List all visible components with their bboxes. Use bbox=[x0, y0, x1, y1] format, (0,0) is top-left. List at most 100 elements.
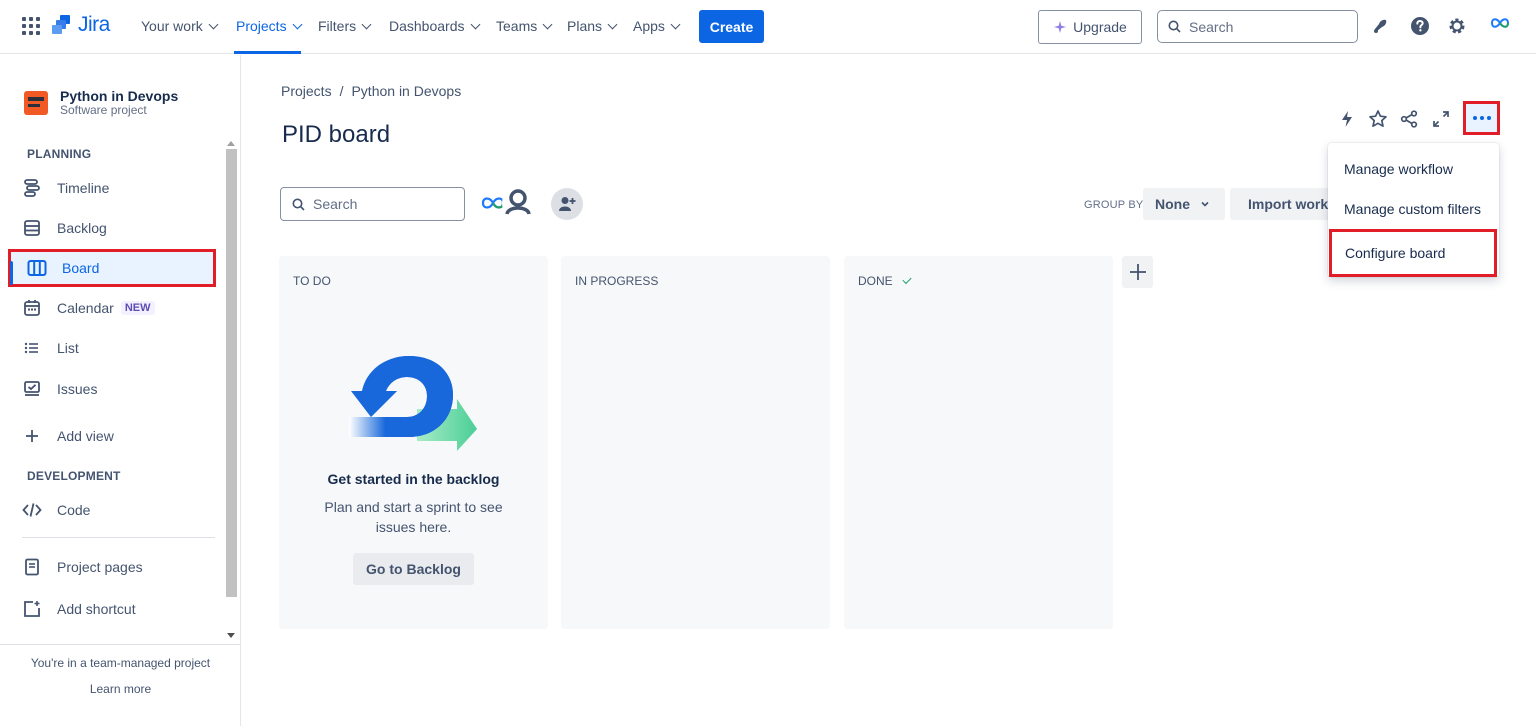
search-placeholder: Search bbox=[1189, 18, 1234, 35]
plus-icon bbox=[22, 426, 42, 446]
global-search-input[interactable]: Search bbox=[1157, 10, 1358, 43]
board-search-placeholder: Search bbox=[313, 196, 358, 212]
add-shortcut-button[interactable]: Add shortcut bbox=[22, 591, 136, 627]
sidebar-item-label: Add shortcut bbox=[57, 601, 136, 617]
backlog-icon bbox=[22, 218, 42, 238]
upgrade-button[interactable]: Upgrade bbox=[1038, 10, 1142, 44]
sidebar-item-label: Issues bbox=[57, 381, 98, 397]
project-type: Software project bbox=[60, 103, 147, 117]
add-people-button[interactable] bbox=[551, 188, 583, 220]
empty-state-text: Plan and start a sprint to see issues he… bbox=[324, 499, 503, 535]
jira-logo-text: Jira bbox=[78, 13, 110, 36]
sidebar-item-code[interactable]: Code bbox=[22, 492, 90, 528]
timeline-icon bbox=[22, 178, 42, 198]
new-badge: NEW bbox=[120, 301, 155, 315]
checkmark-icon bbox=[902, 274, 912, 285]
empty-state-title: Get started in the backlog bbox=[327, 471, 500, 487]
sidebar-item-list[interactable]: List bbox=[22, 330, 79, 366]
nav-label: Dashboards bbox=[389, 18, 465, 34]
settings-gear-icon[interactable] bbox=[1446, 15, 1468, 37]
chevron-down-icon bbox=[470, 19, 480, 29]
board-search-input[interactable]: Search bbox=[280, 187, 465, 221]
star-icon[interactable] bbox=[1365, 107, 1391, 131]
breadcrumb-separator: / bbox=[339, 83, 344, 99]
page-title: PID board bbox=[282, 121, 391, 148]
fullscreen-expand-icon[interactable] bbox=[1428, 107, 1454, 131]
development-section-title: DEVELOPMENT bbox=[27, 469, 121, 483]
menu-item-manage-workflow[interactable]: Manage workflow bbox=[1328, 149, 1499, 189]
project-sidebar: Python in Devops Software project PLANNI… bbox=[0, 55, 241, 726]
menu-item-manage-custom-filters[interactable]: Manage custom filters bbox=[1328, 189, 1499, 229]
learn-more-link[interactable]: Learn more bbox=[0, 682, 241, 696]
breadcrumb: Projects / Python in Devops bbox=[281, 83, 461, 99]
scroll-up-arrow-icon[interactable] bbox=[227, 141, 235, 146]
app-switcher-icon[interactable] bbox=[22, 17, 40, 35]
planning-section-title: PLANNING bbox=[27, 147, 92, 161]
sidebar-item-label: Project pages bbox=[57, 559, 143, 575]
nav-label: Plans bbox=[567, 18, 603, 34]
nav-projects[interactable]: Projects bbox=[236, 18, 303, 34]
nav-your-work[interactable]: Your work bbox=[141, 18, 219, 34]
search-icon bbox=[1168, 20, 1181, 33]
board-column-done: DONE bbox=[844, 256, 1113, 629]
column-title: IN PROGRESS bbox=[575, 274, 658, 288]
sidebar-item-label: Backlog bbox=[57, 220, 107, 236]
breadcrumb-project-link[interactable]: Python in Devops bbox=[351, 83, 461, 99]
sidebar-divider bbox=[22, 537, 215, 538]
add-column-button[interactable] bbox=[1122, 256, 1153, 288]
column-title-text: DONE bbox=[858, 274, 893, 288]
nav-plans[interactable]: Plans bbox=[567, 18, 618, 34]
project-header[interactable]: Python in Devops Software project bbox=[24, 88, 178, 117]
chevron-down-icon bbox=[607, 19, 618, 29]
assignee-avatars[interactable] bbox=[480, 186, 534, 220]
sparkle-icon bbox=[1054, 21, 1067, 33]
chevron-down-icon bbox=[542, 19, 553, 29]
group-by-select[interactable]: None bbox=[1143, 188, 1225, 220]
active-nav-indicator bbox=[234, 51, 301, 54]
sidebar-item-issues[interactable]: Issues bbox=[22, 371, 97, 407]
go-to-backlog-button[interactable]: Go to Backlog bbox=[353, 553, 474, 585]
issues-icon bbox=[22, 379, 42, 399]
sidebar-item-project-pages[interactable]: Project pages bbox=[22, 549, 143, 585]
board-column-todo: TO DO Get started in the backlog Plan an… bbox=[279, 256, 548, 629]
empty-state: Get started in the backlog Plan and star… bbox=[279, 351, 548, 585]
sidebar-item-timeline[interactable]: Timeline bbox=[22, 170, 109, 206]
pages-icon bbox=[22, 557, 42, 577]
more-actions-button[interactable] bbox=[1463, 101, 1500, 135]
list-icon bbox=[22, 338, 42, 358]
more-dot-icon bbox=[1486, 116, 1491, 120]
import-work-button[interactable]: Import work bbox=[1230, 188, 1328, 220]
nav-label: Apps bbox=[633, 18, 665, 34]
group-by-label: GROUP BY bbox=[1084, 199, 1144, 211]
column-title: DONE bbox=[858, 274, 912, 288]
sidebar-item-board[interactable]: Board bbox=[8, 249, 216, 287]
automation-lightning-icon[interactable] bbox=[1334, 107, 1360, 131]
sidebar-item-label: List bbox=[57, 340, 79, 356]
nav-filters[interactable]: Filters bbox=[318, 18, 372, 34]
add-view-button[interactable]: Add view bbox=[22, 418, 114, 454]
sidebar-footer: You're in a team-managed project Learn m… bbox=[0, 644, 241, 696]
scroll-down-arrow-icon[interactable] bbox=[227, 633, 235, 638]
create-button[interactable]: Create bbox=[699, 10, 764, 43]
nav-label: Filters bbox=[318, 18, 357, 34]
profile-avatar-icon[interactable] bbox=[1489, 12, 1511, 34]
share-icon[interactable] bbox=[1396, 107, 1422, 131]
sidebar-scrollbar-thumb[interactable] bbox=[226, 149, 237, 597]
nav-apps[interactable]: Apps bbox=[633, 18, 681, 34]
nav-teams[interactable]: Teams bbox=[496, 18, 553, 34]
nav-dashboards[interactable]: Dashboards bbox=[389, 18, 480, 34]
help-icon[interactable] bbox=[1409, 15, 1431, 37]
jira-logo[interactable]: Jira bbox=[52, 13, 110, 37]
breadcrumb-projects-link[interactable]: Projects bbox=[281, 83, 332, 99]
jira-logo-icon bbox=[52, 15, 70, 34]
top-navigation: Jira Your work Projects Filters Dashboar… bbox=[0, 0, 1536, 54]
sidebar-item-backlog[interactable]: Backlog bbox=[22, 210, 107, 246]
chevron-down-icon bbox=[670, 19, 681, 29]
sidebar-item-calendar[interactable]: Calendar NEW bbox=[22, 290, 155, 326]
menu-item-configure-board[interactable]: Configure board bbox=[1329, 229, 1497, 277]
notifications-icon[interactable] bbox=[1370, 15, 1392, 37]
add-view-label: Add view bbox=[57, 428, 114, 444]
import-work-label: Import work bbox=[1248, 196, 1328, 212]
group-by-value: None bbox=[1155, 196, 1190, 212]
more-dot-icon bbox=[1479, 116, 1484, 120]
